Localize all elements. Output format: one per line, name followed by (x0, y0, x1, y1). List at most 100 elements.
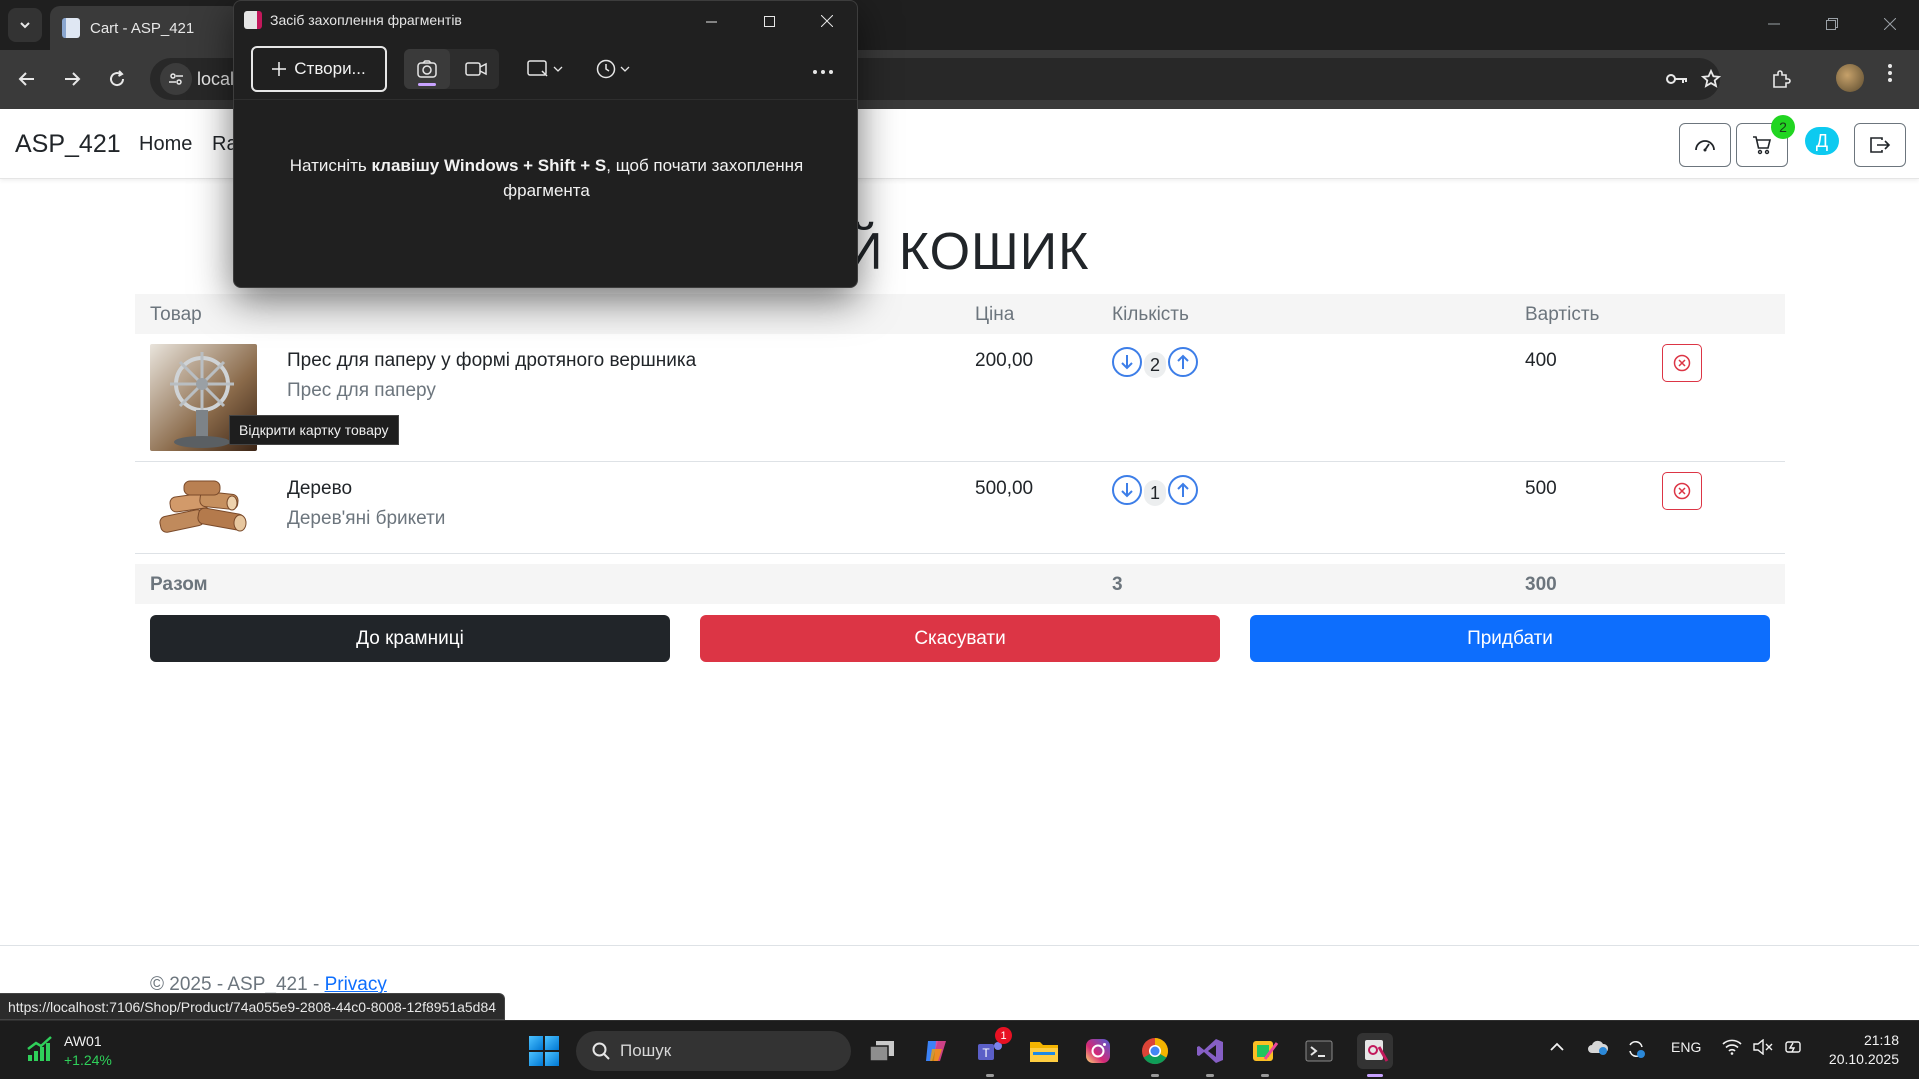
restore-button[interactable] (1803, 0, 1861, 48)
site-brand[interactable]: ASP_421 (15, 130, 121, 159)
product-image-firewood[interactable] (150, 475, 257, 541)
ticker-name[interactable]: AW01 (64, 1033, 102, 1049)
wifi-tray[interactable] (1722, 1039, 1742, 1058)
chrome-app[interactable] (1137, 1033, 1173, 1077)
snip-more-button[interactable] (812, 55, 834, 81)
volume-tray[interactable] (1753, 1038, 1773, 1058)
running-indicator (986, 1074, 994, 1077)
header-total: Вартість (1525, 304, 1600, 325)
minimize-button[interactable] (1745, 0, 1803, 48)
task-view-button[interactable] (864, 1033, 900, 1069)
show-hidden-icons-button[interactable] (1550, 1039, 1564, 1055)
windows-logo-pane (545, 1052, 559, 1066)
bookmark-star-button[interactable] (1696, 64, 1726, 94)
browser-tab-active[interactable]: Cart - ASP_421 (50, 6, 240, 50)
more-vertical-icon (1888, 64, 1892, 82)
active-app-indicator (1367, 1074, 1383, 1077)
increase-quantity-button[interactable] (1168, 475, 1198, 505)
running-indicator (1151, 1074, 1159, 1077)
back-button[interactable] (10, 62, 44, 96)
product-name[interactable]: Прес для паперу у формі дротяного вершни… (287, 350, 696, 372)
browser-menu-button[interactable] (1880, 62, 1900, 88)
window-controls (1745, 0, 1919, 50)
product-name[interactable]: Дерево (287, 478, 352, 500)
snipping-tool-title: Засіб захоплення фрагментів (270, 12, 462, 28)
profile-avatar[interactable] (1836, 64, 1864, 92)
paint-app[interactable] (1247, 1033, 1283, 1077)
start-button[interactable] (529, 1036, 559, 1066)
snip-maximize-button[interactable] (746, 5, 792, 37)
snip-delay-dropdown[interactable] (596, 55, 630, 83)
header-price: Ціна (975, 304, 1015, 325)
taskbar-search[interactable]: Пошук (576, 1031, 851, 1071)
screenshot-mode-button[interactable] (404, 49, 450, 89)
site-info-button[interactable] (160, 63, 192, 95)
privacy-link[interactable]: Privacy (325, 974, 387, 995)
snipping-tool-app[interactable] (1357, 1033, 1393, 1077)
remove-item-button[interactable] (1662, 344, 1702, 382)
terminal-app[interactable] (1301, 1033, 1337, 1069)
increase-quantity-button[interactable] (1168, 347, 1198, 377)
back-to-shop-button[interactable]: До крамниці (150, 615, 670, 662)
copilot-app[interactable] (918, 1033, 954, 1069)
line-total: 400 (1525, 350, 1557, 371)
more-horizontal-icon (813, 70, 833, 74)
sync-tray[interactable] (1626, 1039, 1646, 1062)
close-window-button[interactable] (1861, 0, 1919, 48)
instagram-app[interactable] (1080, 1033, 1116, 1069)
nav-link-home[interactable]: Home (139, 133, 192, 156)
reload-icon (110, 70, 125, 87)
chevron-down-icon (20, 22, 30, 29)
cancel-cart-button[interactable]: Скасувати (700, 615, 1220, 662)
decrease-quantity-button[interactable] (1112, 475, 1142, 505)
palette-icon (1253, 1041, 1279, 1061)
search-icon (592, 1042, 610, 1060)
running-indicator (1206, 1074, 1214, 1077)
summary-label: Разом (150, 574, 208, 595)
tab-search-button[interactable] (8, 8, 42, 42)
battery-tray[interactable] (1783, 1039, 1803, 1058)
new-snip-label: Створи... (294, 59, 366, 78)
snip-minimize-button[interactable] (688, 5, 734, 37)
sync-icon (1629, 1041, 1645, 1058)
speedometer-icon (1695, 140, 1715, 152)
volume-muted-icon (1753, 1038, 1773, 1056)
chevron-down-icon (620, 66, 630, 72)
logout-button[interactable] (1854, 123, 1906, 167)
remove-item-button[interactable] (1662, 472, 1702, 510)
taskbar-clock[interactable]: 21:18 20.10.2025 (1829, 1031, 1899, 1069)
puzzle-icon (1773, 70, 1791, 88)
dashboard-button[interactable] (1679, 123, 1731, 167)
forward-button[interactable] (55, 62, 89, 96)
decrease-quantity-button[interactable] (1112, 347, 1142, 377)
extensions-button[interactable] (1764, 62, 1798, 96)
quantity-value: 1 (1144, 480, 1166, 506)
summary-quantity: 3 (1112, 574, 1123, 595)
reload-button[interactable] (100, 62, 134, 96)
stock-chart-icon[interactable] (26, 1035, 54, 1063)
input-language[interactable]: ENG (1671, 1039, 1701, 1055)
user-avatar-button[interactable]: Д (1805, 127, 1839, 155)
onedrive-tray[interactable] (1587, 1039, 1609, 1058)
terminal-icon (1305, 1040, 1333, 1062)
snip-shape-dropdown[interactable] (527, 55, 563, 83)
page-favicon-icon (62, 18, 80, 38)
video-camera-icon (465, 62, 487, 76)
password-key-button[interactable] (1662, 64, 1692, 94)
close-icon (1884, 18, 1896, 30)
buy-button[interactable]: Придбати (1250, 615, 1770, 662)
snip-close-button[interactable] (804, 5, 850, 37)
file-explorer-app[interactable] (1026, 1033, 1062, 1069)
line-total: 500 (1525, 478, 1557, 499)
close-icon (821, 15, 833, 27)
visual-studio-app[interactable] (1192, 1033, 1228, 1077)
copilot-icon (926, 1041, 946, 1061)
video-mode-button[interactable] (453, 49, 499, 89)
quantity-stepper: 2 (1112, 346, 1198, 378)
teams-app[interactable]: T 1 (972, 1027, 1012, 1077)
logout-icon (1870, 137, 1891, 153)
new-snip-button[interactable]: Створи... (251, 46, 387, 92)
snip-instruction: Натисніть клавішу Windows + Shift + S, щ… (274, 153, 819, 203)
snipping-tool-titlebar[interactable]: Засіб захоплення фрагментів (234, 1, 857, 41)
header-quantity: Кількість (1112, 304, 1189, 325)
